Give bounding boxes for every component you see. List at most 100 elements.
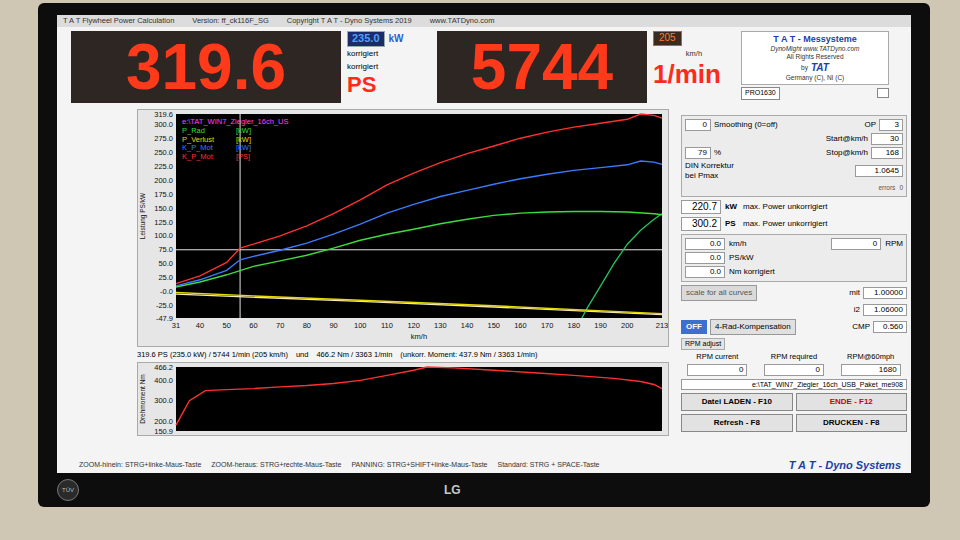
y-tick: 319.6 <box>154 110 173 119</box>
compensation-button[interactable]: 4-Rad-Kompensation <box>710 319 796 335</box>
cursor-rpm-unit: RPM <box>885 238 903 250</box>
readout: 319.6 PS (235.0 kW) / 5744 1/min (205 km… <box>137 347 669 362</box>
smoothing-group: 0Smoothing (0=off) OP3 Start@km/h30 79% Stop… <box>681 115 907 197</box>
max-power-field[interactable]: 220.7 <box>681 200 721 214</box>
op-field[interactable]: 3 <box>879 119 903 131</box>
readout-power: 319.6 PS (235.0 kW) / 5744 1/min (205 km… <box>137 349 288 360</box>
y-tick: 175.0 <box>154 190 173 199</box>
control-panel: 0Smoothing (0=off)OP3Start@km/h3079%Stop… <box>681 109 907 457</box>
torque-chart[interactable]: 466.2400.0300.0200.0150.9Drehmoment Nm <box>138 363 668 435</box>
cursor-power-field[interactable]: 0.0 <box>685 252 725 264</box>
action-button[interactable]: ENDE - F12 <box>796 393 908 411</box>
errors-row: errors0 <box>685 183 903 193</box>
scale-button[interactable]: scale for all curves <box>681 285 757 301</box>
speed-unit: km/h <box>686 48 702 59</box>
tuv-badge: TÜV <box>57 479 79 501</box>
y-tick: 150.9 <box>154 427 173 436</box>
x-tick: 170 <box>541 321 554 330</box>
x-tick: 90 <box>329 321 337 330</box>
file-path-field[interactable]: e:\TAT_WIN7_Ziegler_16ch_USB_Paket_me908 <box>681 379 907 390</box>
hint: ZOOM-hinein: STRG+linke-Maus-Taste <box>79 460 201 471</box>
cursor-rpm-field[interactable]: 0 <box>831 238 881 250</box>
y-axis-label: Leistung PS/kW <box>139 192 147 239</box>
speed-column: 205km/h1/min <box>653 31 735 87</box>
logo-line: Germany (C), NI (C) <box>786 74 845 82</box>
rpm-adjust-field[interactable]: 0 <box>687 364 747 376</box>
action-button[interactable]: Datei LADEN - F10 <box>681 393 793 411</box>
i2-label: i2 <box>854 304 860 316</box>
percent-field[interactable]: 79 <box>685 147 711 159</box>
smoothing-field[interactable]: 0 <box>685 119 711 131</box>
corrected-label: korrigiert <box>347 48 378 60</box>
cmp-field[interactable]: 0.560 <box>873 321 907 333</box>
model-row: PRO1630 <box>741 87 889 100</box>
rpm-adjust-label: RPM current <box>696 351 738 362</box>
monitor-bezel-bottom: TÜVLG <box>57 473 911 507</box>
hint: Standard: STRG + SPACE-Taste <box>497 460 599 471</box>
corrected-label: korrigiert <box>347 61 378 73</box>
speed-value: 205 <box>653 31 682 46</box>
monitor: T A T Flywheel Power CalculationVersion:… <box>38 3 930 507</box>
rpm-adjust-field[interactable]: 0 <box>764 364 824 376</box>
y-tick: -0.0 <box>160 287 173 296</box>
readout-uncorrected: (unkorr. Moment: 437.9 Nm / 3363 1/min) <box>400 349 537 360</box>
percent-unit: % <box>714 147 721 159</box>
i2-row: i21.06000 <box>681 304 907 316</box>
x-tick: 160 <box>514 321 527 330</box>
y-tick: 400.0 <box>154 376 173 385</box>
din-field[interactable]: 1.0645 <box>855 165 903 177</box>
compensation-toggle[interactable]: OFF <box>681 320 707 334</box>
scale-row: scale for all curvesmit1.00000 <box>681 285 907 301</box>
status-row: ZOOM-hinein: STRG+linke-Maus-Taste ZOOM-h… <box>57 457 911 474</box>
power-display: 319.6 <box>71 31 341 103</box>
stop-label: Stop@km/h <box>826 147 868 159</box>
website: www.TATDyno.com <box>430 15 495 26</box>
max-power-unit: PS <box>725 218 739 230</box>
cursor <box>176 114 662 318</box>
power-chart[interactable]: 319.6300.0275.0250.0225.0200.0175.0150.0… <box>138 110 668 346</box>
y-tick: 300.0 <box>154 120 173 129</box>
readout-und: und <box>296 349 309 360</box>
y-tick: 125.0 <box>154 218 173 227</box>
start-label: Start@km/h <box>826 133 868 145</box>
stop-field[interactable]: 168 <box>871 147 903 159</box>
op-label: OP <box>864 119 876 131</box>
rpm-adjust-field[interactable]: 1680 <box>841 364 901 376</box>
ps-unit: PS <box>347 74 376 96</box>
hint: ZOOM-heraus: STRG+rechte-Maus-Taste <box>211 460 341 471</box>
y-axis-label: Drehmoment Nm <box>139 375 146 424</box>
power-chart-panel: 319.6300.0275.0250.0225.0200.0175.0150.0… <box>137 109 669 347</box>
screen: T A T Flywheel Power CalculationVersion:… <box>57 15 911 473</box>
smoothing-row: 0Smoothing (0=off) OP3 <box>685 119 903 131</box>
smoothing-label: Smoothing (0=off) <box>714 119 778 131</box>
cursor-speed-field[interactable]: 0.0 <box>685 238 725 250</box>
hint: PANNING: STRG+SHIFT+linke-Maus-Taste <box>351 460 487 471</box>
max-power-field[interactable]: 300.2 <box>681 217 721 231</box>
y-tick: 50.0 <box>158 259 173 268</box>
cursor-torque-unit: Nm korrigiert <box>729 266 775 278</box>
x-tick: 140 <box>461 321 474 330</box>
title: T A T Flywheel Power Calculation <box>63 15 174 26</box>
cursor-torque-field[interactable]: 0.0 <box>685 266 725 278</box>
cursor-speed-row: 0.0km/h0RPM <box>685 238 903 250</box>
main-area: 319.6300.0275.0250.0225.0200.0175.0150.0… <box>57 109 911 457</box>
photo: T A T Flywheel Power CalculationVersion:… <box>0 0 960 540</box>
i2-field[interactable]: 1.06000 <box>863 304 907 316</box>
rpm-display: 5744 <box>437 31 647 103</box>
x-tick: 40 <box>196 321 204 330</box>
max-power-label: max. Power unkorrigiert <box>743 218 827 230</box>
y-tick: 225.0 <box>154 162 173 171</box>
curve-line <box>582 214 662 318</box>
mit-field[interactable]: 1.00000 <box>863 287 907 299</box>
copyright: Copyright T A T - Dyno Systems 2019 <box>287 15 412 26</box>
hints: ZOOM-hinein: STRG+linke-Maus-Taste ZOOM-h… <box>79 460 599 471</box>
title-bar: T A T Flywheel Power CalculationVersion:… <box>57 15 911 27</box>
cursor-group: 0.0km/h0RPM0.0PS/kW0.0Nm korrigiert <box>681 234 907 282</box>
action-button[interactable]: DRUCKEN - F8 <box>796 414 908 432</box>
action-button[interactable]: Refresh - F8 <box>681 414 793 432</box>
compensation-row: OFF4-Rad-KompensationCMP0.560 <box>681 319 907 335</box>
start-field[interactable]: 30 <box>871 133 903 145</box>
max-power-row: 220.7kWmax. Power unkorrigiert <box>681 200 907 214</box>
logo-brand-row: byTAT <box>801 62 829 75</box>
chart-column: 319.6300.0275.0250.0225.0200.0175.0150.0… <box>137 109 669 457</box>
